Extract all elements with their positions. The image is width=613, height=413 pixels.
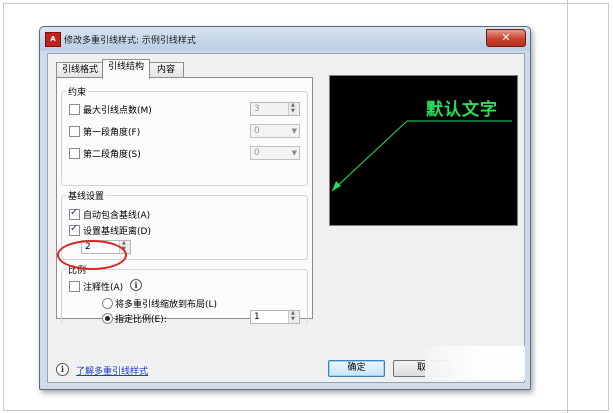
constraints-group-title: 约束 [66,85,89,98]
leader-line [331,120,408,192]
tab-panel-leader-structure: 约束 最大引线点数(M) 3 ▲ ▼ 第一段角度(F) 0 ▼ 第二段角度(S) … [56,77,313,325]
title-bar[interactable]: A 修改多重引线样式: 示例引线样式 ✕ [40,27,530,51]
tab-content[interactable]: 内容 [148,62,184,78]
spinner-arrows-icon[interactable]: ▲ ▼ [288,103,299,115]
leader-preview-panel: 默认文字 [329,75,518,226]
max-points-spinner[interactable]: 3 ▲ ▼ [250,102,300,116]
specify-scale-label: 指定比例(E): [115,315,167,325]
dropdown-arrow-icon: ▼ [291,149,297,157]
ok-button[interactable]: 确定 [328,360,385,377]
modify-mleader-style-dialog: A 修改多重引线样式: 示例引线样式 ✕ 引线格式 引线结构 内容 约束 最大引… [39,26,531,390]
info-icon[interactable]: i [130,279,142,291]
dropdown-arrow-icon: ▼ [291,127,297,135]
first-angle-value: 0 [254,126,260,136]
help-info-icon: i [56,363,69,376]
second-angle-checkbox[interactable] [69,148,80,159]
landing-settings-group-title: 基线设置 [66,189,107,202]
annotative-checkbox[interactable] [69,281,80,292]
second-angle-value: 0 [254,148,260,158]
learn-mleader-styles-link[interactable]: 了解多重引线样式 [76,364,148,377]
preview-default-text: 默认文字 [426,100,498,120]
scale-to-layout-radio[interactable] [102,298,113,309]
page-edge-line [567,0,568,413]
red-highlight-circle [57,240,127,270]
constraints-group: 约束 最大引线点数(M) 3 ▲ ▼ 第一段角度(F) 0 ▼ 第二段角度(S) … [61,85,308,186]
first-angle-checkbox[interactable] [69,126,80,137]
close-button[interactable]: ✕ [486,29,526,47]
first-angle-combo[interactable]: 0 ▼ [250,124,300,138]
leader-arrowhead [332,181,341,191]
max-points-checkbox[interactable] [69,104,80,115]
auto-include-landing-checkbox[interactable] [69,207,80,220]
first-angle-label: 第一段角度(F) [83,128,141,138]
second-angle-label: 第二段角度(S) [83,150,141,160]
auto-include-landing-label: 自动包含基线(A) [83,211,151,221]
max-points-label: 最大引线点数(M) [83,106,152,116]
dialog-client-area: 引线格式 引线结构 内容 约束 最大引线点数(M) 3 ▲ ▼ 第一段角度(F) … [47,53,525,383]
scale-to-layout-label: 将多重引线缩放到布局(L) [115,300,218,310]
scale-group: 比例 注释性(A) i 将多重引线缩放到布局(L) 指定比例(E): 1 ▲ ▼ [61,263,308,325]
set-landing-distance-label: 设置基线距离(D) [83,227,151,237]
obscured-area [425,346,525,380]
specify-scale-value: 1 [254,312,260,322]
autocad-app-icon: A [45,32,61,47]
second-angle-combo[interactable]: 0 ▼ [250,146,300,160]
spinner-arrows-icon[interactable]: ▲ ▼ [288,311,299,323]
specify-scale-spinner[interactable]: 1 ▲ ▼ [250,310,300,324]
tab-leader-format[interactable]: 引线格式 [56,62,104,78]
window-title: 修改多重引线样式: 示例引线样式 [64,36,196,46]
annotative-label: 注释性(A) [83,283,124,293]
specify-scale-radio[interactable] [102,313,113,324]
tab-leader-structure[interactable]: 引线结构 [102,59,150,79]
max-points-value: 3 [254,104,260,114]
set-landing-distance-checkbox[interactable] [69,223,80,236]
